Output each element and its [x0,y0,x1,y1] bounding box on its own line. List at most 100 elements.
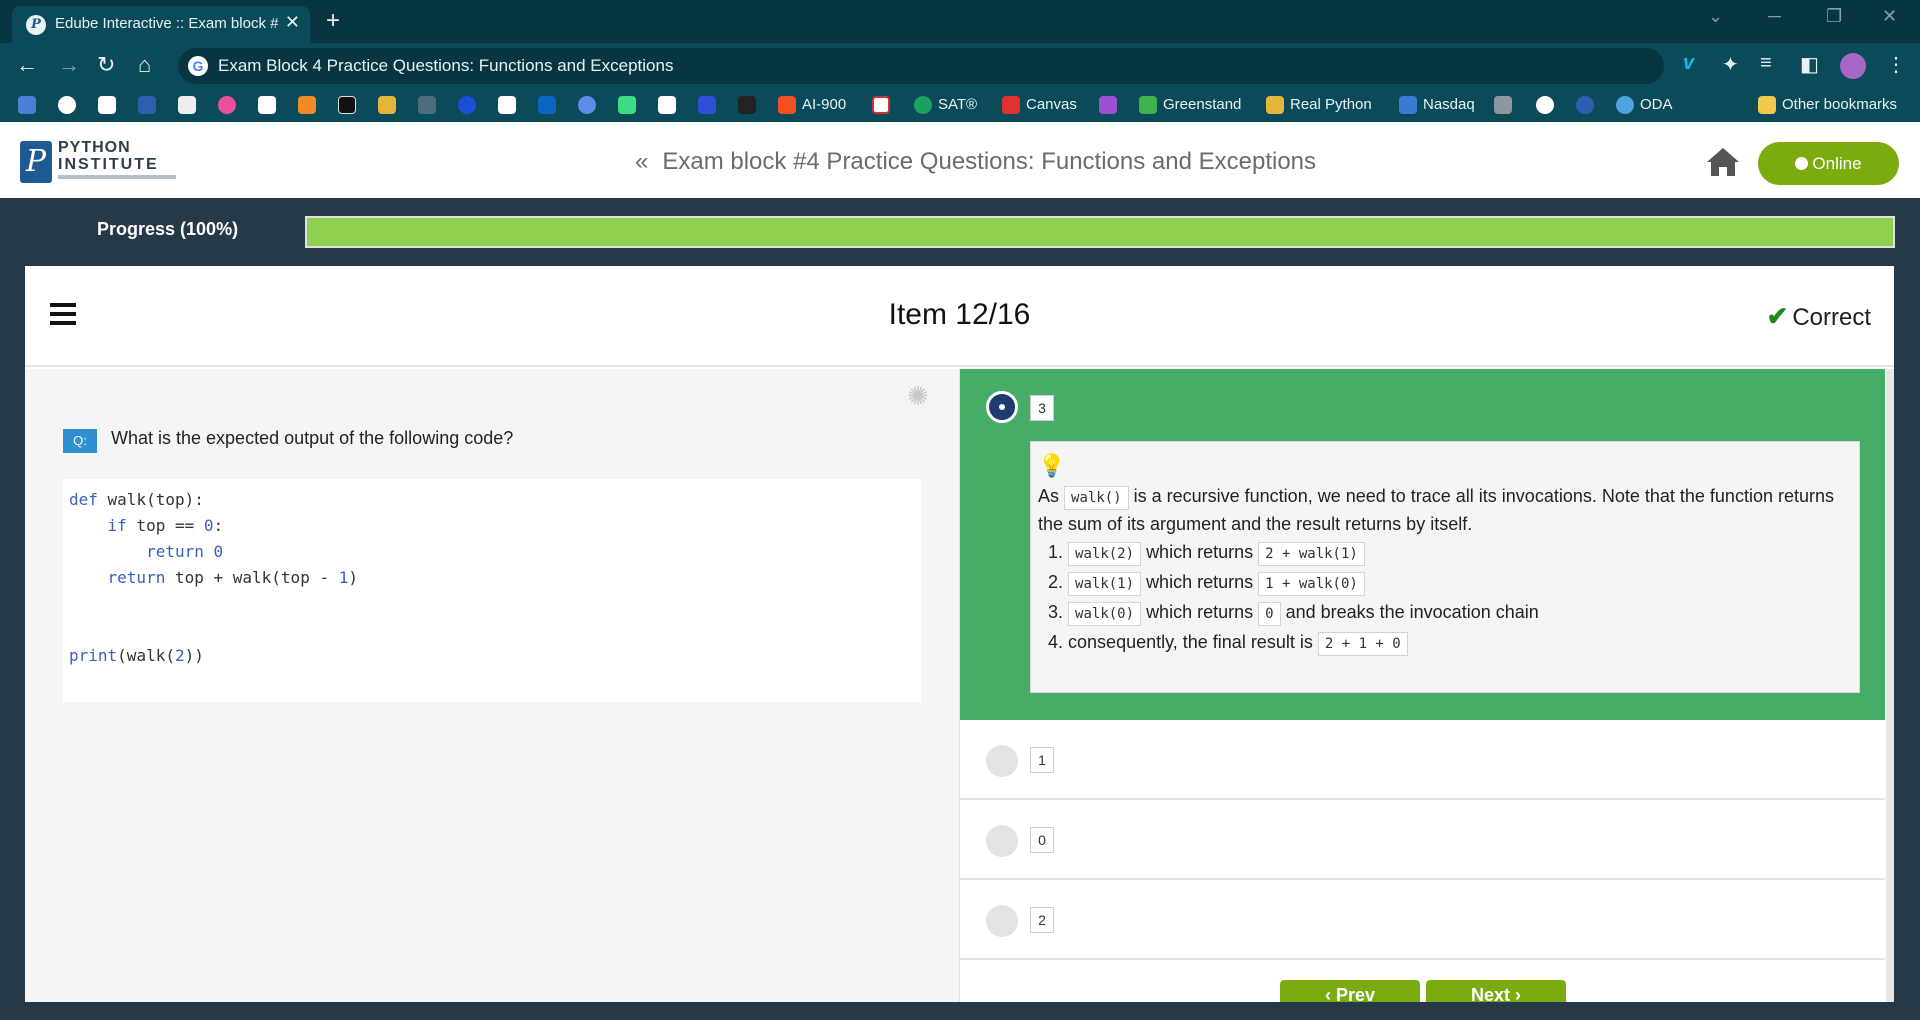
bookmark-icon[interactable] [138,96,156,114]
restore-icon[interactable]: ❐ [1826,6,1842,27]
bookmark-icon[interactable] [178,96,196,114]
answer-option[interactable]: 0 [960,800,1885,880]
profile-avatar-icon[interactable] [1840,53,1866,79]
answer-label: 1 [1030,747,1054,773]
quiz-card-header: Item 12/16 ✔ Correct [25,266,1894,367]
inline-code: walk() [1064,486,1129,510]
bookmark-icon[interactable] [872,96,890,114]
explanation-steps: 1. walk(2) which returns 2 + walk(1) 2. … [1048,538,1852,656]
bookmark-sat[interactable]: SAT® [914,96,977,116]
bookmark-ai-900[interactable]: AI-900 [778,96,846,116]
online-status-button[interactable]: Online [1758,142,1899,185]
bookmark-icon[interactable] [98,96,116,114]
course-title-text: Exam block #4 Practice Questions: Functi… [662,148,1317,175]
bookmark-greenstand[interactable]: Greenstand [1139,96,1241,116]
sat-icon [914,96,932,115]
explanation-step: 1. walk(2) which returns 2 + walk(1) [1048,538,1852,566]
vimeo-extension-icon[interactable]: v [1683,52,1694,75]
answer-option[interactable]: 1 [960,720,1885,800]
side-panel-icon[interactable]: ◧ [1800,52,1819,77]
bookmark-icon[interactable] [1536,96,1554,114]
window-close-icon[interactable]: ✕ [1882,6,1897,27]
forward-arrow-icon[interactable]: → [58,52,80,78]
bookmark-oda[interactable]: ODA [1616,96,1673,116]
reload-icon[interactable]: ↻ [97,52,115,78]
course-title: « Exam block #4 Practice Questions: Funct… [635,148,1316,176]
back-chevron-icon[interactable]: « [635,148,648,175]
report-bug-icon[interactable]: ✺ [907,381,929,412]
address-bar-text: Exam Block 4 Practice Questions: Functio… [218,56,674,75]
bookmark-nasdaq[interactable]: Nasdaq [1399,96,1475,116]
bookmark-real-python[interactable]: Real Python [1266,96,1372,116]
answer-label: 0 [1030,827,1054,853]
bookmark-icon[interactable] [258,96,276,114]
logo-text-line1: PYTHON [58,139,131,156]
bookmark-icon[interactable] [458,96,476,114]
bookmark-icon[interactable] [378,96,396,114]
bookmark-icon[interactable] [18,96,36,114]
slack-icon [1266,96,1284,115]
browser-tab[interactable]: P Edube Interactive :: Exam block # ✕ [12,6,310,43]
folder-icon [1758,96,1776,115]
browser-menu-icon[interactable]: ⋮ [1886,52,1906,77]
browser-tab-bar: P Edube Interactive :: Exam block # ✕ + … [0,0,1920,43]
terminal-icon[interactable] [738,96,756,114]
linkedin-icon[interactable] [538,96,556,114]
inline-code: walk(1) [1068,572,1142,596]
oda-icon [1616,96,1634,115]
explanation-step: 3. walk(0) which returns 0 and breaks th… [1048,598,1852,626]
home-icon[interactable] [1705,146,1741,178]
online-label: Online [1812,154,1862,173]
answer-label: 3 [1030,395,1054,421]
radio-unselected[interactable] [986,825,1018,857]
result-status: ✔ Correct [1767,301,1871,332]
progress-bar [305,216,1895,248]
inline-code: 0 [1258,602,1281,626]
minimize-icon[interactable]: ─ [1768,6,1781,27]
bookmark-icon[interactable] [498,96,516,114]
bookmark-icon[interactable] [418,96,436,114]
answer-option-correct[interactable]: 3 💡 As walk() is a recursive function, w… [960,369,1885,720]
bookmark-icon[interactable] [658,96,676,114]
explanation-step: 4. consequently, the final result is 2 +… [1048,628,1852,656]
address-bar[interactable]: G Exam Block 4 Practice Questions: Funct… [178,48,1664,84]
bookmark-icon[interactable] [298,96,316,114]
bookmark-icon[interactable] [338,96,356,114]
radio-unselected[interactable] [986,905,1018,937]
other-bookmarks[interactable]: Other bookmarks [1758,96,1897,116]
bookmark-icon[interactable] [698,96,716,114]
explanation-box: 💡 As walk() is a recursive function, we … [1030,441,1860,693]
microsoft-icon [778,96,796,115]
inline-code: walk(0) [1068,602,1142,626]
home-icon[interactable]: ⌂ [138,52,151,78]
github-icon[interactable] [58,96,76,114]
bookmark-canvas[interactable]: Canvas [1002,96,1077,116]
inline-code: walk(2) [1068,542,1142,566]
inline-code: 2 + walk(1) [1258,542,1365,566]
inline-code: 1 + walk(0) [1258,572,1365,596]
next-button[interactable]: Next › [1426,980,1566,1002]
question-badge: Q: [63,429,97,453]
answer-option[interactable]: 2 [960,880,1885,960]
bookmark-icon[interactable] [1494,96,1512,114]
radio-unselected[interactable] [986,745,1018,777]
ed-icon[interactable] [1099,96,1117,114]
bookmark-icon[interactable] [1576,96,1594,114]
back-arrow-icon[interactable]: ← [16,52,38,78]
radio-selected[interactable] [986,391,1018,423]
media-queue-icon[interactable]: ≡ [1760,52,1772,75]
prev-button[interactable]: ‹ Prev [1280,980,1420,1002]
android-icon[interactable] [618,96,636,114]
bookmark-icon[interactable] [218,96,236,114]
bookmark-icon[interactable] [578,96,596,114]
tab-close-icon[interactable]: ✕ [285,12,300,33]
logo-mark: P [20,141,52,183]
new-tab-icon[interactable]: + [326,7,340,35]
extensions-puzzle-icon[interactable]: ✦ [1722,52,1739,77]
tab-search-icon[interactable]: ⌄ [1708,6,1723,27]
logo-tagline-bar [58,175,176,179]
logo-text-line2: INSTITUTE [58,156,159,173]
progress-bar-fill [307,218,1893,246]
item-counter: Item 12/16 [888,298,1031,331]
answers-scrollbar[interactable] [1886,369,1894,1002]
